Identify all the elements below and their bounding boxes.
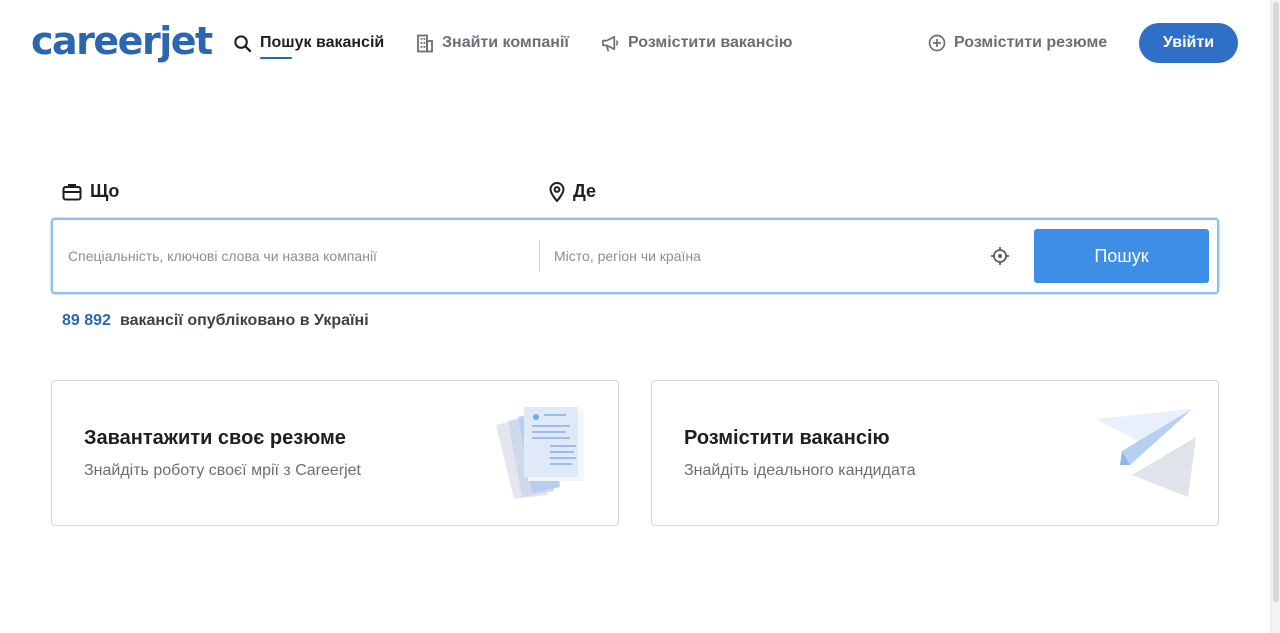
nav-post-job[interactable]: Розмістити вакансію	[601, 30, 792, 56]
crosshair-locate-icon[interactable]	[990, 246, 1010, 266]
building-icon	[417, 34, 433, 52]
megaphone-icon	[602, 35, 619, 51]
nav-job-search-label: Пошук вакансій	[260, 34, 385, 51]
post-job-card[interactable]: Розмістити вакансію Знайдіть ідеального …	[651, 380, 1219, 526]
login-button[interactable]: Увійти	[1139, 23, 1238, 63]
search-form: Пошук	[51, 218, 1219, 294]
resume-documents-illustration	[496, 407, 584, 499]
search-button[interactable]: Пошук	[1034, 229, 1209, 283]
upload-resume-subtitle: Знайдіть роботу своєї мрії з Careerjet	[84, 462, 361, 479]
search-divider	[539, 240, 540, 272]
nav-find-companies-label: Знайти компанії	[442, 34, 569, 51]
briefcase-icon	[62, 183, 82, 200]
what-search-input[interactable]	[68, 220, 528, 292]
what-label-text: Що	[90, 181, 120, 201]
vertical-scrollbar[interactable]	[1270, 0, 1280, 633]
where-label-text: Де	[573, 181, 597, 201]
post-job-subtitle: Знайдіть ідеального кандидата	[684, 462, 916, 479]
upload-resume-card[interactable]: Завантажити своє резюме Знайдіть роботу …	[51, 380, 619, 526]
nav-post-job-label: Розмістити вакансію	[628, 34, 793, 51]
what-label: Що	[62, 181, 119, 202]
active-nav-indicator	[260, 57, 292, 59]
job-count-caption: вакансії опубліковано в Україні	[119, 312, 369, 329]
where-label: Де	[549, 181, 596, 202]
post-job-title: Розмістити вакансію	[684, 427, 890, 449]
site-header: careerjet Пошук вакансій Знайти компанії…	[0, 0, 1270, 86]
careerjet-logo[interactable]: careerjet	[31, 16, 213, 66]
scrollbar-thumb[interactable]	[1273, 2, 1279, 602]
location-pin-icon	[549, 181, 565, 202]
post-resume-label: Розмістити резюме	[954, 34, 1108, 51]
plus-circle-icon	[928, 34, 946, 52]
upload-resume-title: Завантажити своє резюме	[84, 427, 346, 449]
post-resume-link[interactable]: Розмістити резюме	[928, 30, 1107, 56]
where-search-input[interactable]	[554, 220, 974, 292]
nav-find-companies[interactable]: Знайти компанії	[416, 30, 569, 56]
job-count-number: 89 892	[62, 312, 111, 329]
paper-plane-illustration	[1096, 409, 1196, 497]
nav-job-search[interactable]: Пошук вакансій	[233, 30, 384, 56]
job-count-text: 89 892 вакансії опубліковано в Україні	[62, 312, 369, 330]
search-icon	[234, 34, 252, 52]
